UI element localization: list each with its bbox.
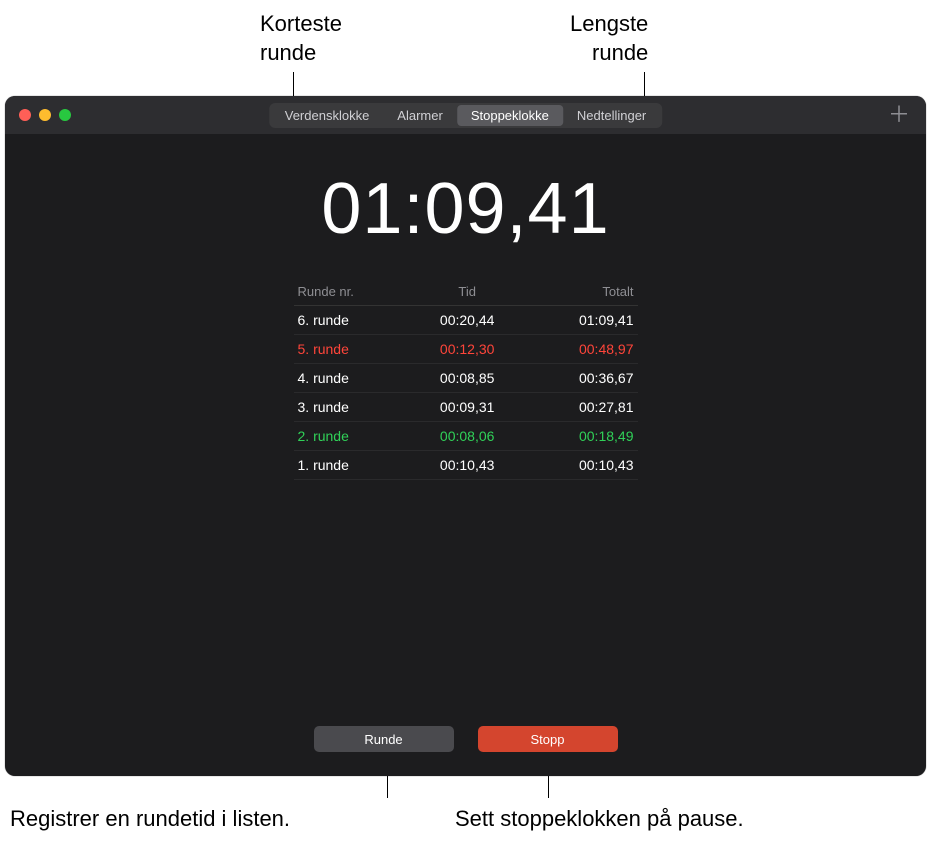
traffic-lights	[19, 109, 71, 121]
fullscreen-button[interactable]	[59, 109, 71, 121]
lap-table-header: Runde nr. Tid Totalt	[294, 278, 638, 306]
stopwatch-buttons: Runde Stopp	[314, 726, 618, 752]
lap-row: 1. runde 00:10,43 00:10,43	[294, 451, 638, 480]
lap-label: 5. runde	[298, 341, 412, 357]
lap-label: 4. runde	[298, 370, 412, 386]
callout-lap-hint: Registrer en rundetid i listen.	[10, 805, 290, 834]
lap-row: 3. runde 00:09,31 00:27,81	[294, 393, 638, 422]
window-titlebar: Verdensklokke Alarmer Stoppeklokke Nedte…	[5, 96, 926, 134]
lap-row: 6. runde 00:20,44 01:09,41	[294, 306, 638, 335]
lap-total: 00:36,67	[523, 370, 634, 386]
lap-time: 00:10,43	[412, 457, 523, 473]
minimize-button[interactable]	[39, 109, 51, 121]
lap-label: 3. runde	[298, 399, 412, 415]
stopwatch-panel: 01:09,41 Runde nr. Tid Totalt 6. runde 0…	[5, 134, 926, 776]
lap-total: 00:27,81	[523, 399, 634, 415]
lap-time: 00:20,44	[412, 312, 523, 328]
lap-time: 00:08,85	[412, 370, 523, 386]
lap-row-shortest: 2. runde 00:08,06 00:18,49	[294, 422, 638, 451]
tab-alarms[interactable]: Alarmer	[383, 105, 457, 126]
header-time: Tid	[412, 284, 523, 299]
tab-stopwatch[interactable]: Stoppeklokke	[457, 105, 563, 126]
elapsed-time-display: 01:09,41	[321, 168, 609, 250]
lap-label: 2. runde	[298, 428, 412, 444]
add-button[interactable]: ＋	[888, 104, 910, 126]
header-lap: Runde nr.	[298, 284, 412, 299]
lap-row: 4. runde 00:08,85 00:36,67	[294, 364, 638, 393]
stop-button[interactable]: Stopp	[478, 726, 618, 752]
lap-total: 00:10,43	[523, 457, 634, 473]
callout-stop-hint: Sett stoppeklokken på pause.	[455, 805, 744, 834]
lap-time: 00:08,06	[412, 428, 523, 444]
clock-app-window: Verdensklokke Alarmer Stoppeklokke Nedte…	[5, 96, 926, 776]
callout-longest-lap: Lengsterunde	[570, 10, 648, 67]
lap-label: 1. runde	[298, 457, 412, 473]
lap-time: 00:12,30	[412, 341, 523, 357]
close-button[interactable]	[19, 109, 31, 121]
lap-total: 01:09,41	[523, 312, 634, 328]
tab-world-clock[interactable]: Verdensklokke	[271, 105, 384, 126]
tab-segmented-control: Verdensklokke Alarmer Stoppeklokke Nedte…	[269, 103, 663, 128]
lap-total: 00:48,97	[523, 341, 634, 357]
lap-button[interactable]: Runde	[314, 726, 454, 752]
lap-row-longest: 5. runde 00:12,30 00:48,97	[294, 335, 638, 364]
lap-table: Runde nr. Tid Totalt 6. runde 00:20,44 0…	[294, 278, 638, 480]
lap-total: 00:18,49	[523, 428, 634, 444]
callout-shortest-lap: Kortesterunde	[260, 10, 342, 67]
header-total: Totalt	[523, 284, 634, 299]
lap-time: 00:09,31	[412, 399, 523, 415]
tab-timers[interactable]: Nedtellinger	[563, 105, 660, 126]
lap-label: 6. runde	[298, 312, 412, 328]
